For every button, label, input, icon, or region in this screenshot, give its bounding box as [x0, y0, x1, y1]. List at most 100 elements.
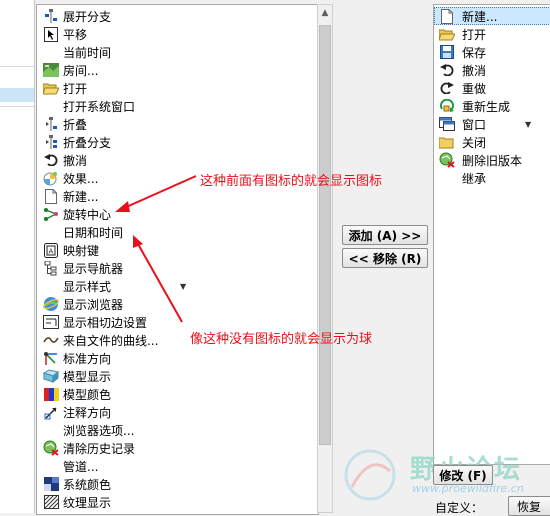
item-label: 房间...	[63, 63, 99, 78]
open-folder-icon	[42, 80, 60, 96]
item-label: 旋转中心	[63, 207, 112, 222]
list-item[interactable]: 关闭	[434, 133, 550, 151]
list-item[interactable]: 打开系统窗口	[37, 97, 317, 115]
item-label: 打开	[63, 81, 88, 96]
customize-label: 自定义：	[435, 501, 484, 515]
item-label: 效果...	[63, 171, 99, 186]
collapse-branch-icon	[42, 134, 60, 150]
scrollbar-thumb[interactable]	[319, 25, 331, 445]
texture-icon	[42, 494, 60, 510]
item-label: 平移	[63, 27, 88, 42]
model-color-icon	[42, 386, 60, 402]
regenerate-icon	[438, 98, 456, 114]
list-item[interactable]: 注释方向	[37, 403, 317, 421]
list-item[interactable]: 展开分支	[37, 7, 317, 25]
list-item[interactable]: 撤消	[434, 61, 550, 79]
list-item[interactable]: 显示浏览器	[37, 295, 317, 313]
open-folder-icon	[438, 26, 456, 42]
item-label: 打开	[462, 27, 487, 42]
list-item[interactable]: 系统颜色	[37, 475, 317, 493]
list-item[interactable]: 当前时间	[37, 43, 317, 61]
remove-button[interactable]: << 移除 (R)	[342, 248, 428, 268]
list-item[interactable]: 模型显示	[37, 367, 317, 385]
divider	[0, 106, 34, 107]
item-label: 窗口	[462, 117, 487, 132]
list-item[interactable]: 模型颜色	[37, 385, 317, 403]
item-label: 保存	[462, 45, 487, 60]
command-list[interactable]: 展开分支 平移 当前时间 房间... 打开 打开系统窗口 折叠 折叠分支 撤消 …	[36, 4, 319, 515]
undo-icon	[438, 62, 456, 78]
item-label: 打开系统窗口	[63, 99, 136, 114]
restore-button[interactable]: 恢复	[508, 496, 550, 516]
list-item[interactable]: 日期和时间	[37, 223, 317, 241]
save-icon	[438, 44, 456, 60]
item-label: 显示相切边设置	[63, 315, 148, 330]
item-label: 折叠	[63, 117, 88, 132]
item-label: 显示导航器	[63, 261, 124, 276]
browser-icon	[42, 296, 60, 312]
expand-branch-icon	[42, 8, 60, 24]
list-item[interactable]: A 映射键	[37, 241, 317, 259]
item-label: 关闭	[462, 135, 487, 150]
item-label: 新建...	[462, 9, 498, 24]
model-display-icon	[42, 368, 60, 384]
item-label: 折叠分支	[63, 135, 112, 150]
item-label: 模型颜色	[63, 387, 112, 402]
svg-text:A: A	[49, 247, 54, 255]
item-label: 当前时间	[63, 45, 112, 60]
left-selected-row[interactable]	[0, 88, 34, 102]
toolbar-list[interactable]: 新建... 打开 保存 撤消 重做 重新生成 窗口 ▼ 关闭 删除旧版本 继承	[433, 4, 550, 465]
close-folder-icon	[438, 134, 456, 150]
item-label: 显示样式	[63, 279, 112, 294]
list-item[interactable]: 重做	[434, 79, 550, 97]
command-list-scrollbar[interactable]: ▲	[317, 4, 333, 513]
list-item[interactable]: 平移	[37, 25, 317, 43]
annotation-top: 这种前面有图标的就会显示图标	[200, 174, 383, 189]
list-item[interactable]: 显示样式 ▼	[37, 277, 317, 295]
chevron-down-icon: ▼	[525, 119, 532, 129]
list-item[interactable]: 继承	[434, 169, 550, 187]
item-label: 清除历史记录	[63, 441, 136, 456]
list-item[interactable]: 浏览器选项...	[37, 421, 317, 439]
list-item[interactable]: 删除旧版本	[434, 151, 550, 169]
item-label: 删除旧版本	[462, 153, 523, 168]
erase-old-versions-icon	[438, 152, 456, 168]
list-item[interactable]: 折叠	[37, 115, 317, 133]
list-item[interactable]: 折叠分支	[37, 133, 317, 151]
modify-button[interactable]: 修改 (F)	[433, 465, 493, 485]
list-item[interactable]: 重新生成	[434, 97, 550, 115]
item-label: 模型显示	[63, 369, 112, 384]
list-item[interactable]: 撤消	[37, 151, 317, 169]
item-label: 系统颜色	[63, 477, 112, 492]
pan-icon	[42, 26, 60, 42]
list-item[interactable]: 窗口 ▼	[434, 115, 550, 133]
list-item[interactable]: 纹理显示	[37, 493, 317, 511]
item-label: 管道...	[63, 459, 99, 474]
list-item[interactable]: 新建...	[37, 187, 317, 205]
list-item[interactable]: 打开	[434, 25, 550, 43]
mapkey-icon: A	[42, 242, 60, 258]
undo-icon	[42, 152, 60, 168]
list-item[interactable]: 标准方向	[37, 349, 317, 367]
list-item[interactable]: 新建...	[434, 7, 550, 25]
list-item[interactable]: 保存	[434, 43, 550, 61]
annotation-orientation-icon	[42, 404, 60, 420]
list-item[interactable]: 打开	[37, 79, 317, 97]
new-file-icon	[42, 188, 60, 204]
scroll-up-icon[interactable]: ▲	[318, 5, 332, 21]
add-button[interactable]: 添加 (A) >>	[342, 225, 428, 245]
list-item[interactable]: 房间...	[37, 61, 317, 79]
item-label: 纹理显示	[63, 495, 112, 510]
new-file-icon	[438, 8, 456, 24]
window-icon	[438, 116, 456, 132]
list-item[interactable]: 清除历史记录	[37, 439, 317, 457]
list-item[interactable]: 旋转中心	[37, 205, 317, 223]
clear-history-icon	[42, 440, 60, 456]
list-item[interactable]: 显示导航器	[37, 259, 317, 277]
effects-icon	[42, 170, 60, 186]
curve-icon	[42, 332, 60, 348]
spin-center-icon	[42, 206, 60, 222]
room-icon	[42, 62, 60, 78]
item-label: 重新生成	[462, 99, 511, 114]
list-item[interactable]: 管道...	[37, 457, 317, 475]
